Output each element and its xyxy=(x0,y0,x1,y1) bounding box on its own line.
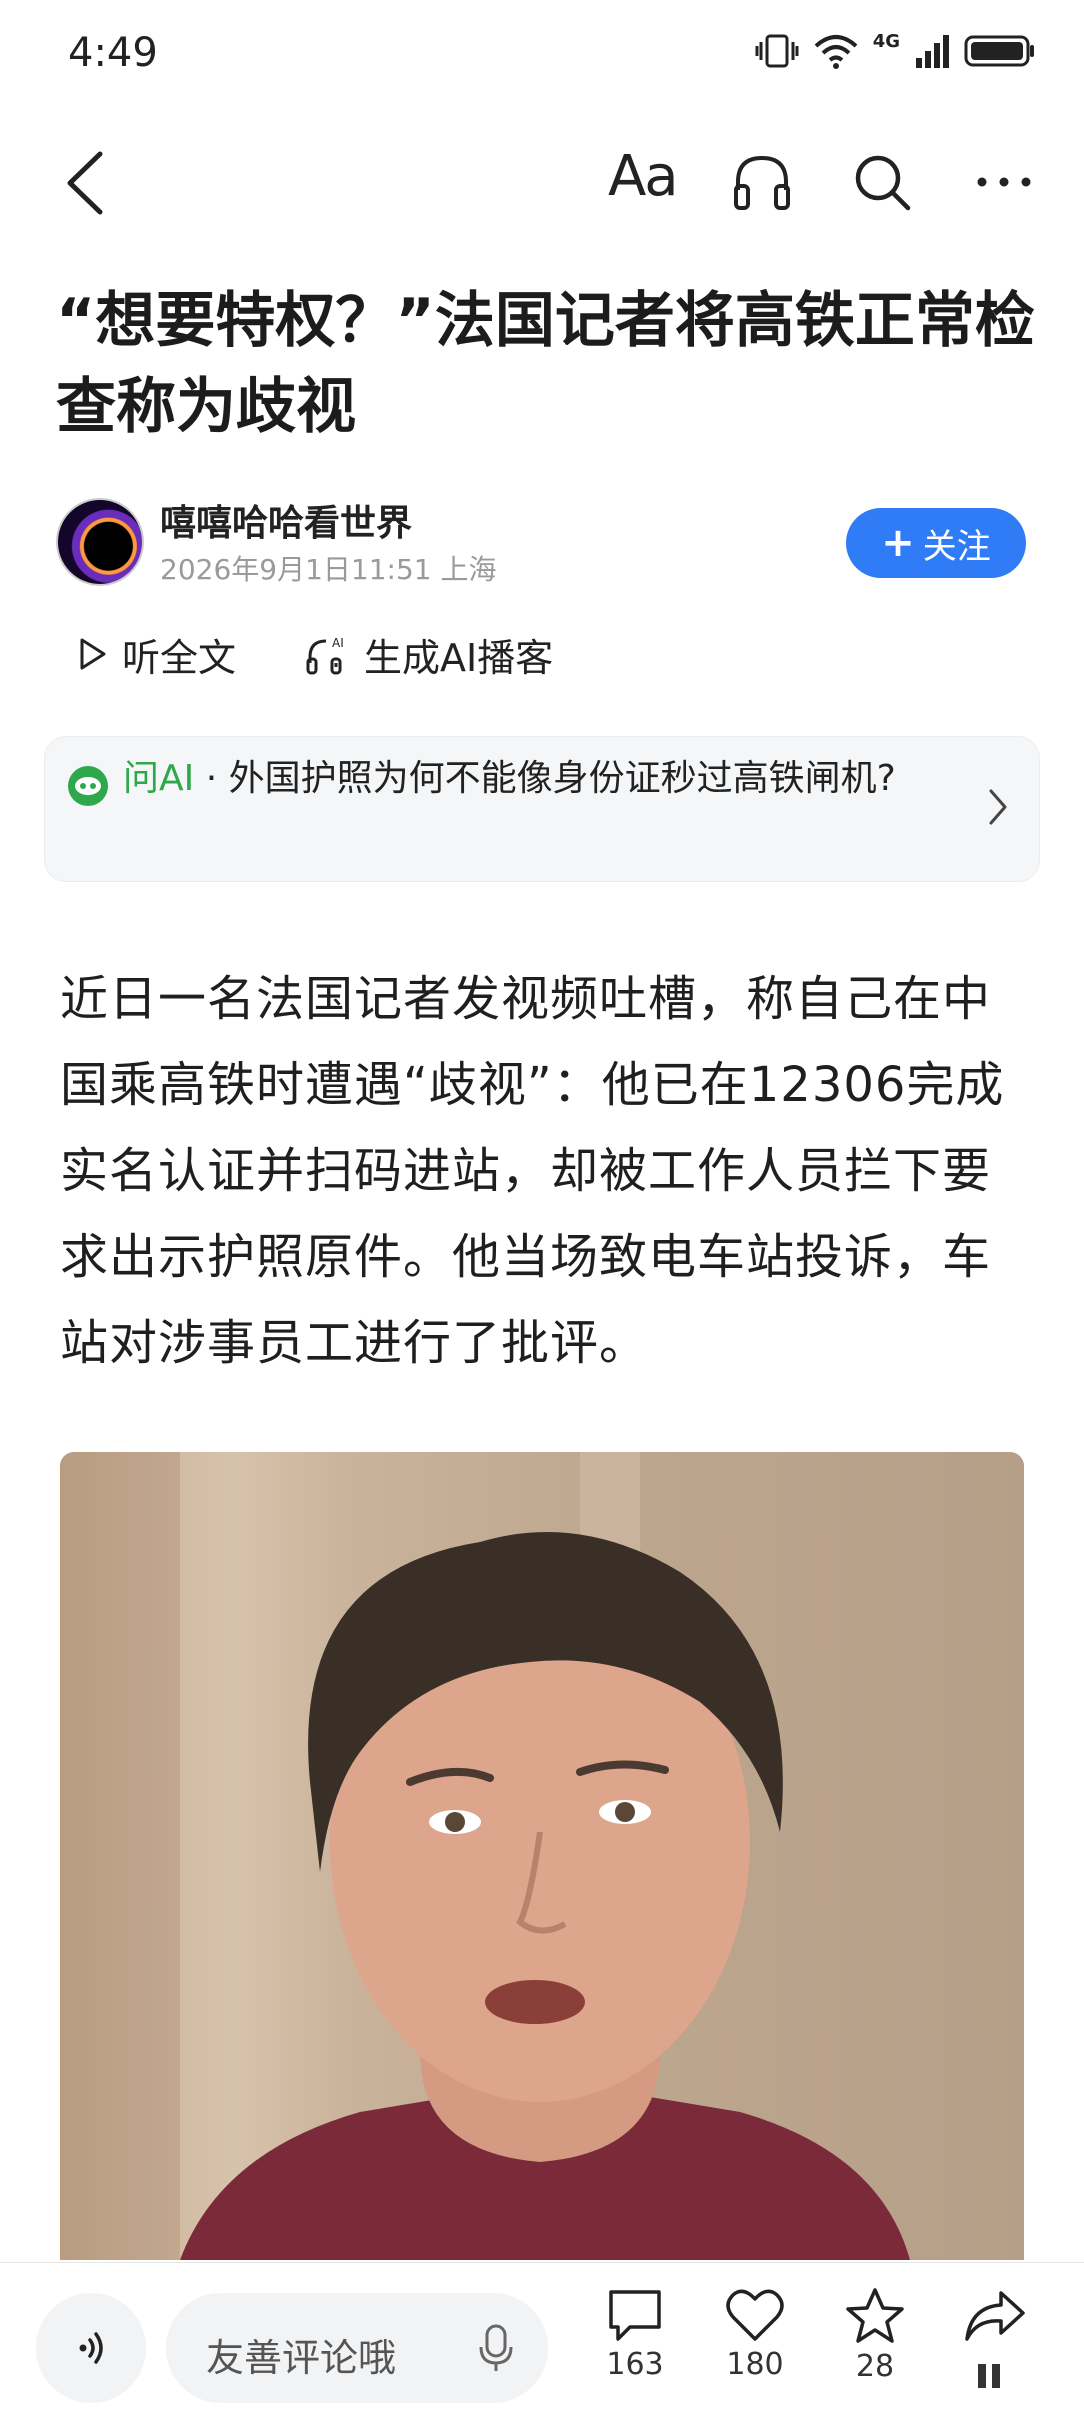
article-photo[interactable] xyxy=(60,1452,1024,2260)
play-icon xyxy=(80,638,106,670)
more-icon[interactable] xyxy=(972,150,1036,214)
comment-input[interactable]: 友善评论哦 xyxy=(166,2293,548,2403)
bottom-bar: 友善评论哦 163 180 28 xyxy=(0,2262,1084,2412)
star-icon xyxy=(846,2288,904,2343)
svg-text:AI: AI xyxy=(332,636,344,650)
heart-icon xyxy=(726,2289,784,2341)
ask-ai-question: 外国护照为何不能像身份证秒过高铁闸机? xyxy=(228,758,896,799)
plus-icon: + xyxy=(881,520,915,566)
share-button[interactable] xyxy=(950,2287,1040,2343)
comment-icon xyxy=(609,2290,661,2341)
ai-headset-icon: AI xyxy=(306,636,344,675)
listen-full-label: 听全文 xyxy=(122,635,237,680)
comments-count: 163 xyxy=(606,2347,664,2382)
ai-podcast-label: 生成AI播客 xyxy=(364,635,554,680)
publish-meta: 2026年9月1日11:51 上海 xyxy=(160,553,497,586)
ask-ai-label: 问AI xyxy=(123,758,195,799)
signal-icon xyxy=(916,35,949,68)
back-icon[interactable] xyxy=(56,148,116,218)
follow-label: 关注 xyxy=(922,526,991,567)
like-button[interactable]: 180 xyxy=(710,2287,800,2382)
status-bar: 4:49 4G xyxy=(0,0,1084,110)
gesture-handle-icon xyxy=(978,2364,1000,2388)
listen-full-button[interactable]: 听全文 xyxy=(78,627,236,682)
vibrate-icon xyxy=(755,34,799,68)
ask-ai-text: 问AI · 外国护照为何不能像身份证秒过高铁闸机? xyxy=(123,755,963,803)
person-figure xyxy=(180,1532,910,2260)
audio-actions: 听全文 AI 生成AI播客 xyxy=(78,624,553,684)
voice-broadcast-button[interactable] xyxy=(36,2293,146,2403)
article-title: “想要特权？”法国记者将高铁正常检查称为歧视 xyxy=(56,286,1035,442)
likes-count: 180 xyxy=(726,2347,784,2382)
headphones-icon[interactable] xyxy=(730,150,794,214)
battery-icon xyxy=(964,35,1034,67)
ask-ai-card[interactable]: 问AI · 外国护照为何不能像身份证秒过高铁闸机? xyxy=(44,736,1040,882)
share-icon xyxy=(965,2291,1025,2341)
status-time: 4:49 xyxy=(68,30,158,76)
comments-button[interactable]: 163 xyxy=(590,2287,680,2382)
ai-assistant-icon xyxy=(68,766,108,806)
comment-placeholder: 友善评论哦 xyxy=(206,2336,397,2380)
network-type: 4G xyxy=(872,30,900,52)
wifi-icon xyxy=(814,35,858,69)
font-size-button[interactable]: Aa xyxy=(608,144,679,209)
ai-podcast-button[interactable]: AI 生成AI播客 xyxy=(306,627,553,682)
article-body: 近日一名法国记者发视频吐槽，称自己在中国乘高铁时遭遇“歧视”：他已在12306完… xyxy=(60,971,1005,1371)
avatar[interactable] xyxy=(56,498,144,586)
sound-wave-icon xyxy=(79,2332,103,2364)
status-icons: 4G xyxy=(755,30,1036,70)
top-nav: Aa xyxy=(0,120,1084,240)
chevron-right-icon xyxy=(989,789,1007,825)
favorite-button[interactable]: 28 xyxy=(830,2287,920,2384)
favorites-count: 28 xyxy=(855,2349,895,2384)
author-name[interactable]: 嘻嘻哈哈看世界 xyxy=(160,494,412,546)
follow-button[interactable]: + 关注 xyxy=(846,508,1026,578)
microphone-icon[interactable] xyxy=(478,2323,514,2373)
search-icon[interactable] xyxy=(850,150,914,214)
ask-ai-separator: · xyxy=(194,758,229,799)
